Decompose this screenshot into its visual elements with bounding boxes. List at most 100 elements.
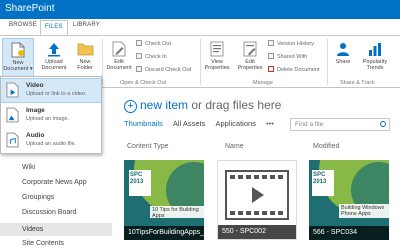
menu-item-video[interactable]: Video Upload or link to a video. (1, 78, 101, 103)
app-brand[interactable]: SharePoint (5, 3, 54, 14)
menu-item-title: Video (26, 82, 44, 89)
popularity-label-2: Trends (366, 65, 384, 71)
version-history-label: Version History (277, 41, 314, 47)
column-modified[interactable]: Modified (313, 143, 339, 150)
nav-active-highlight (0, 223, 112, 236)
check-in-label: Check In (145, 54, 167, 60)
version-history-button[interactable]: Version History (268, 40, 314, 48)
check-out-icon (136, 40, 142, 46)
video-tile[interactable]: SPC 2013 Building Windows Phone Apps 566… (309, 160, 389, 240)
view-applications[interactable]: Applications (215, 119, 255, 128)
popularity-trends-button[interactable]: Popularity Trends (358, 39, 392, 71)
tile-caption: 566 - SPC034 (309, 226, 389, 240)
tile-badge: SPC 2013 (130, 172, 144, 185)
suite-bar: SharePoint (0, 0, 400, 19)
new-item-link[interactable]: new item (140, 98, 188, 112)
ribbon-separator (200, 39, 201, 85)
drag-files-hint: or drag files here (188, 98, 282, 112)
menu-item-audio[interactable]: Audio Upload an audio file. (1, 129, 101, 154)
group-share-track: Share & Track (340, 80, 375, 86)
version-history-icon (268, 40, 274, 46)
tile-badge: SPC 2013 (313, 172, 327, 185)
discard-check-out-button[interactable]: Discard Check Out (136, 66, 191, 74)
column-name[interactable]: Name (225, 143, 244, 150)
video-tile[interactable]: 550 - SPC002 (217, 160, 297, 240)
nav-item-discussion-board[interactable]: Discussion Board (22, 209, 76, 216)
check-out-button[interactable]: Check Out (136, 40, 171, 48)
find-file-placeholder: Find a file (295, 121, 324, 128)
nav-item-corporate-news-app[interactable]: Corporate News App (22, 179, 87, 186)
audio-file-icon (6, 132, 19, 148)
new-folder-button[interactable]: New Folder (72, 39, 98, 71)
view-thumbnails[interactable]: Thumbnails (124, 119, 163, 128)
check-out-label: Check Out (145, 41, 171, 47)
tile-caption: 550 - SPC002 (218, 225, 296, 239)
plus-icon[interactable]: + (124, 100, 137, 113)
share-button[interactable]: Share (330, 39, 356, 65)
shared-with-icon (268, 53, 274, 59)
edit-properties-icon (243, 41, 257, 57)
view-selector: Thumbnails All Assets Applications ••• (124, 119, 274, 128)
view-properties-button[interactable]: View Properties (202, 39, 232, 71)
edit-document-button[interactable]: Edit Document (105, 39, 133, 71)
menu-item-desc: Upload an audio file. (26, 141, 77, 147)
tab-library[interactable]: LIBRARY (73, 22, 100, 28)
upload-icon (48, 43, 60, 57)
upload-label-2: Document (41, 65, 67, 71)
more-views-ellipsis[interactable]: ••• (266, 119, 274, 128)
menu-item-desc: Upload an image. (26, 116, 70, 122)
nav-item-site-contents[interactable]: Site Contents (22, 240, 64, 247)
search-icon[interactable] (380, 121, 386, 127)
nav-item-groupings[interactable]: Groupings (22, 194, 54, 201)
delete-document-label: Delete Document (277, 67, 320, 73)
new-item-bar: + new item or drag files here (124, 98, 281, 113)
share-icon (337, 43, 349, 56)
tab-files[interactable]: FILES (40, 20, 68, 35)
view-all-assets[interactable]: All Assets (173, 119, 206, 128)
menu-item-title: Image (26, 107, 45, 114)
film-strip-icon (218, 161, 296, 225)
tile-title: Building Windows Phone Apps (341, 205, 385, 217)
view-properties-icon (210, 41, 224, 57)
tile-caption: 10TipsForBuildingApps_ (124, 226, 204, 240)
menu-item-image[interactable]: Image Upload an image. (1, 104, 101, 129)
check-in-button[interactable]: Check In (136, 53, 167, 61)
video-file-icon (6, 82, 19, 98)
view-properties-label-2: Properties (204, 65, 230, 71)
ribbon-separator (102, 39, 103, 85)
discard-check-out-label: Discard Check Out (145, 67, 192, 73)
new-document-menu: Video Upload or link to a video. Image U… (0, 76, 102, 154)
find-file-input[interactable]: Find a file (290, 118, 390, 131)
new-document-button[interactable]: New Document ▾ (2, 38, 34, 78)
shared-with-button[interactable]: Shared With (268, 53, 307, 61)
shared-with-label: Shared With (277, 54, 308, 60)
new-folder-label-2: Folder (77, 65, 93, 71)
share-label: Share (335, 59, 351, 65)
delete-document-button[interactable]: Delete Document (268, 66, 320, 74)
new-document-label-2: Document ▾ (3, 66, 33, 72)
check-in-icon (136, 53, 142, 59)
edit-document-icon (112, 41, 126, 57)
group-open-checkout: Open & Check Out (120, 80, 167, 86)
folder-icon (77, 43, 93, 56)
menu-item-title: Audio (26, 132, 45, 139)
edit-properties-label-2: Properties (237, 65, 263, 71)
group-manage: Manage (253, 80, 273, 86)
edit-document-label-2: Document (106, 65, 132, 71)
sharepoint-page: SharePoint BROWSE FILES LIBRARY New Docu… (0, 0, 400, 249)
trends-icon (369, 43, 381, 56)
nav-item-wiki[interactable]: Wiki (22, 164, 35, 171)
upload-document-button[interactable]: Upload Document (38, 39, 70, 71)
new-document-icon (11, 42, 25, 58)
discard-check-out-icon (136, 66, 142, 72)
column-content-type[interactable]: Content Type (127, 143, 169, 150)
ribbon-tabs: BROWSE FILES LIBRARY (0, 19, 400, 35)
image-file-icon (6, 107, 19, 123)
video-tile[interactable]: SPC 2013 10 Tips for Building Apps 10Tip… (124, 160, 204, 240)
delete-icon (268, 66, 274, 72)
ribbon-separator (327, 39, 328, 85)
edit-properties-button[interactable]: Edit Properties (234, 39, 266, 71)
menu-item-desc: Upload or link to a video. (26, 91, 87, 97)
nav-item-videos[interactable]: Videos (22, 226, 43, 233)
tab-browse[interactable]: BROWSE (9, 22, 37, 28)
